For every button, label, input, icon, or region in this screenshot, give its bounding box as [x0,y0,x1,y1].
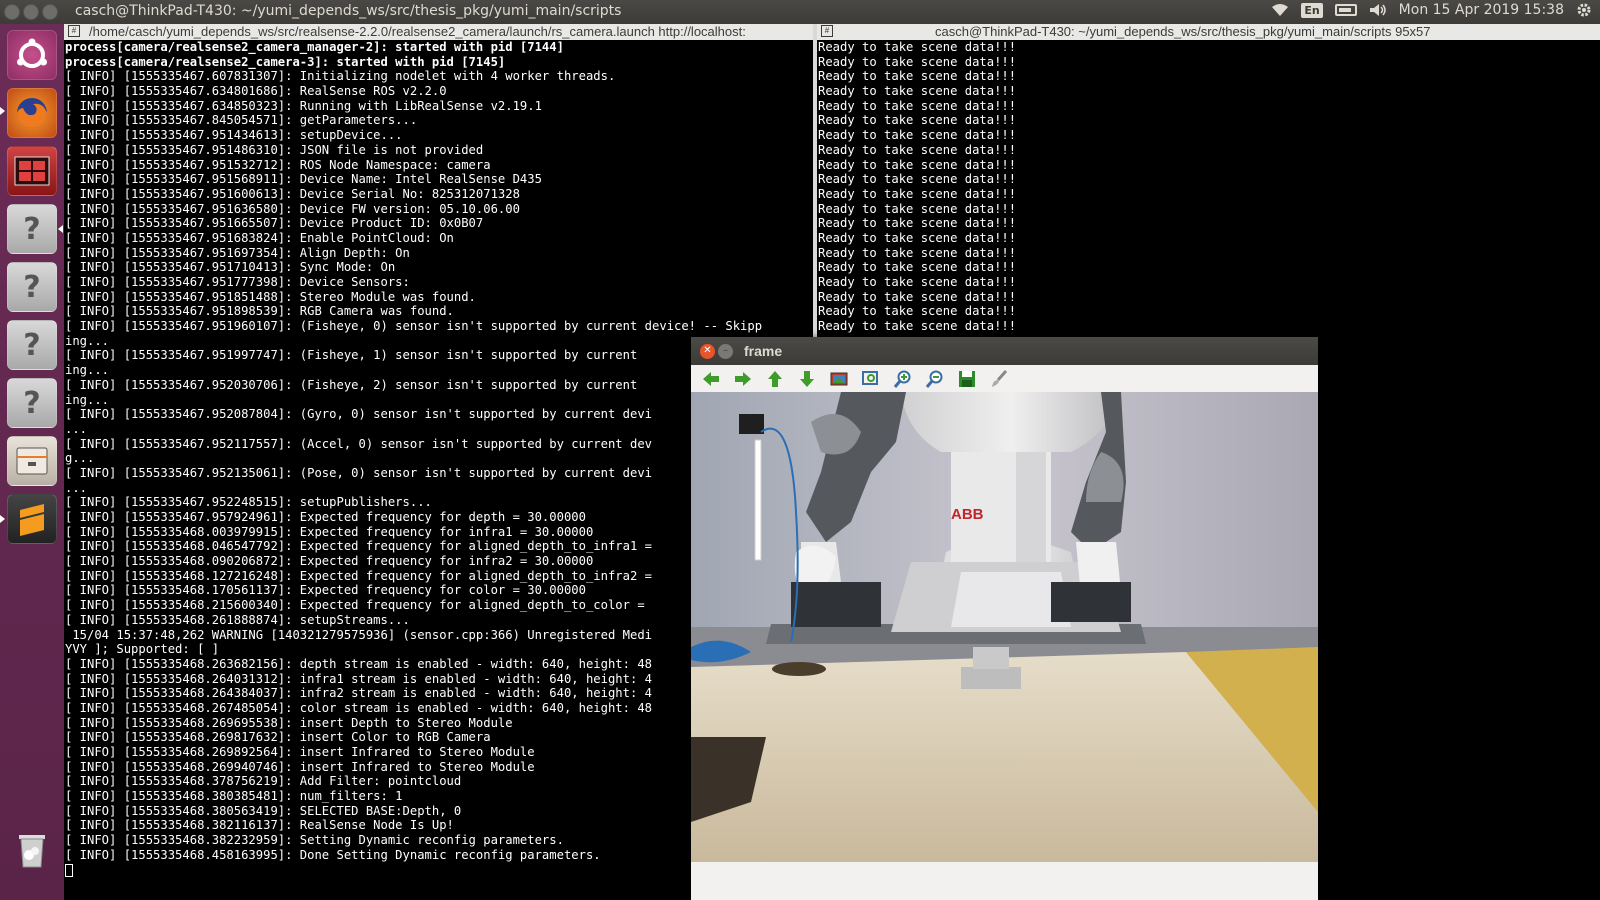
arrow-up-icon[interactable] [763,367,787,391]
terminal-tab-icon: # [821,25,833,37]
terminal-line: [ INFO] [1555335467.951710413]: Sync Mod… [65,260,396,275]
terminal-line: Ready to take scene data!!! [818,216,1017,231]
terminal-line: [ INFO] [1555335467.845054571]: getParam… [65,113,418,128]
terminal-line: [ INFO] [1555335467.951665507]: Device P… [65,216,484,231]
terminal-line: Ready to take scene data!!! [818,157,1017,172]
terminal-line: [ INFO] [1555335467.951898539]: RGB Came… [65,304,454,319]
terminal-line: process[camera/realsense2_camera_manager… [65,40,564,54]
launcher: ? ? ? ? [0,24,64,900]
terminal-line: Ready to take scene data!!! [818,230,1017,245]
terminal-line: [ INFO] [1555335467.951434613]: setupDev… [65,128,403,143]
terminal-right-title: casch@ThinkPad-T430: ~/yumi_depends_ws/s… [935,24,1431,39]
zoom-fit-icon[interactable] [859,367,883,391]
unknown-app-icon[interactable]: ? [7,204,57,254]
terminal-line: Ready to take scene data!!! [818,40,1017,54]
terminal-line: Ready to take scene data!!! [818,113,1017,128]
keyboard-layout-indicator[interactable]: En [1301,2,1323,18]
trash-icon[interactable] [7,824,57,874]
terminal-left-titlebar: # /home/casch/yumi_depends_ws/src/realse… [64,24,813,40]
window-controls [4,4,58,20]
unknown-app-icon[interactable]: ? [7,262,57,312]
zoom-out-icon[interactable] [923,367,947,391]
volume-icon[interactable] [1369,3,1387,17]
sublime-text-icon[interactable] [7,494,57,544]
terminal-right-titlebar: # casch@ThinkPad-T430: ~/yumi_depends_ws… [817,24,1600,40]
terminal-line: [ INFO] [1555335467.951777398]: Device S… [65,275,410,289]
terminal-line: [ INFO] [1555335467.634850323]: Running … [65,98,542,113]
close-icon[interactable]: ✕ [700,344,715,359]
terminal-line: Ready to take scene data!!! [818,98,1017,113]
zoom-in-icon[interactable] [891,367,915,391]
minimize-window-button[interactable] [23,4,39,20]
terminal-line: process[camera/realsense2_camera-3]: sta… [65,54,506,69]
terminal-line: [ INFO] [1555335467.607831307]: Initiali… [65,69,616,84]
terminal-line: [ INFO] [1555335467.634801686]: RealSens… [65,84,447,99]
battery-icon[interactable] [1334,4,1357,16]
clock[interactable]: Mon 15 Apr 2019 15:38 [1399,2,1564,18]
terminal-line: Ready to take scene data!!! [818,172,1017,187]
terminal-right-output: Ready to take scene data!!! Ready to take… [817,40,1600,334]
terminal-line: Ready to take scene data!!! [818,128,1017,143]
minimize-icon[interactable]: – [718,344,733,359]
frame-toolbar [691,365,1318,392]
terminal-left-title: /home/casch/yumi_depends_ws/src/realsens… [89,24,746,39]
unknown-app-icon[interactable]: ? [7,320,57,370]
camera-scene: ABB [691,392,1318,862]
unknown-app-icon[interactable]: ? [7,378,57,428]
maximize-window-button[interactable] [42,4,58,20]
terminal-line: Ready to take scene data!!! [818,304,1017,319]
running-indicator [0,107,5,115]
terminal-line: [ INFO] [1555335467.951532712]: ROS Node… [65,157,491,172]
terminal-line: [ INFO] [1555335467.951697354]: Align De… [65,245,410,260]
save-icon[interactable] [955,367,979,391]
terminal-line: [ INFO] [1555335467.951486310]: JSON fil… [65,142,484,157]
running-indicator [58,225,63,233]
firefox-icon[interactable] [7,88,57,138]
arrow-left-icon[interactable] [699,367,723,391]
terminal-line: Ready to take scene data!!! [818,84,1017,99]
terminal-line: [ INFO] [1555335467.951568911]: Device N… [65,172,542,187]
image-icon[interactable] [827,367,851,391]
brush-icon[interactable] [987,367,1011,391]
indicator-area: En Mon 15 Apr 2019 15:38 [1271,2,1592,18]
terminal-line: Ready to take scene data!!! [818,275,1017,289]
terminal-right[interactable]: # casch@ThinkPad-T430: ~/yumi_depends_ws… [817,24,1600,340]
terminal-cursor [65,863,73,877]
top-panel: casch@ThinkPad-T430: ~/yumi_depends_ws/s… [0,0,1600,24]
terminal-line: Ready to take scene data!!! [818,69,1017,84]
terminal-line: Ready to take scene data!!! [818,319,1017,334]
wifi-icon[interactable] [1271,3,1289,17]
camera-image[interactable]: ABB [691,392,1318,862]
frame-title: frame [744,343,783,359]
frame-titlebar[interactable]: ✕ – frame [691,337,1318,365]
arrow-right-icon[interactable] [731,367,755,391]
terminal-line: [ INFO] [1555335467.951960107]: (Fisheye… [65,319,763,334]
terminal-line: Ready to take scene data!!! [818,54,1017,69]
terminal-line: Ready to take scene data!!! [818,289,1017,304]
terminal-line: [ INFO] [1555335467.951600613]: Device S… [65,186,520,201]
frame-window: ✕ – frame ABB [691,337,1318,900]
running-indicator [0,515,5,523]
terminal-line: [ INFO] [1555335467.951636580]: Device F… [65,201,520,216]
terminal-line: [ INFO] [1555335467.951851488]: Stereo M… [65,289,476,304]
close-window-button[interactable] [4,4,20,20]
abb-logo: ABB [951,506,984,523]
ubuntu-dash-icon[interactable] [7,30,57,80]
terminal-line: Ready to take scene data!!! [818,142,1017,157]
frame-statusbar [691,862,1318,900]
terminal-line: Ready to take scene data!!! [818,260,1017,275]
arrow-down-icon[interactable] [795,367,819,391]
terminal-line: Ready to take scene data!!! [818,201,1017,216]
terminal-icon[interactable] [7,146,57,196]
terminal-line: [ INFO] [1555335467.951683824]: Enable P… [65,230,454,245]
terminal-line: Ready to take scene data!!! [818,245,1017,260]
terminal-tab-icon: # [68,25,80,37]
gear-icon[interactable] [1576,2,1592,18]
window-title: casch@ThinkPad-T430: ~/yumi_depends_ws/s… [75,3,622,19]
files-icon[interactable] [7,436,57,486]
terminal-line: Ready to take scene data!!! [818,186,1017,201]
